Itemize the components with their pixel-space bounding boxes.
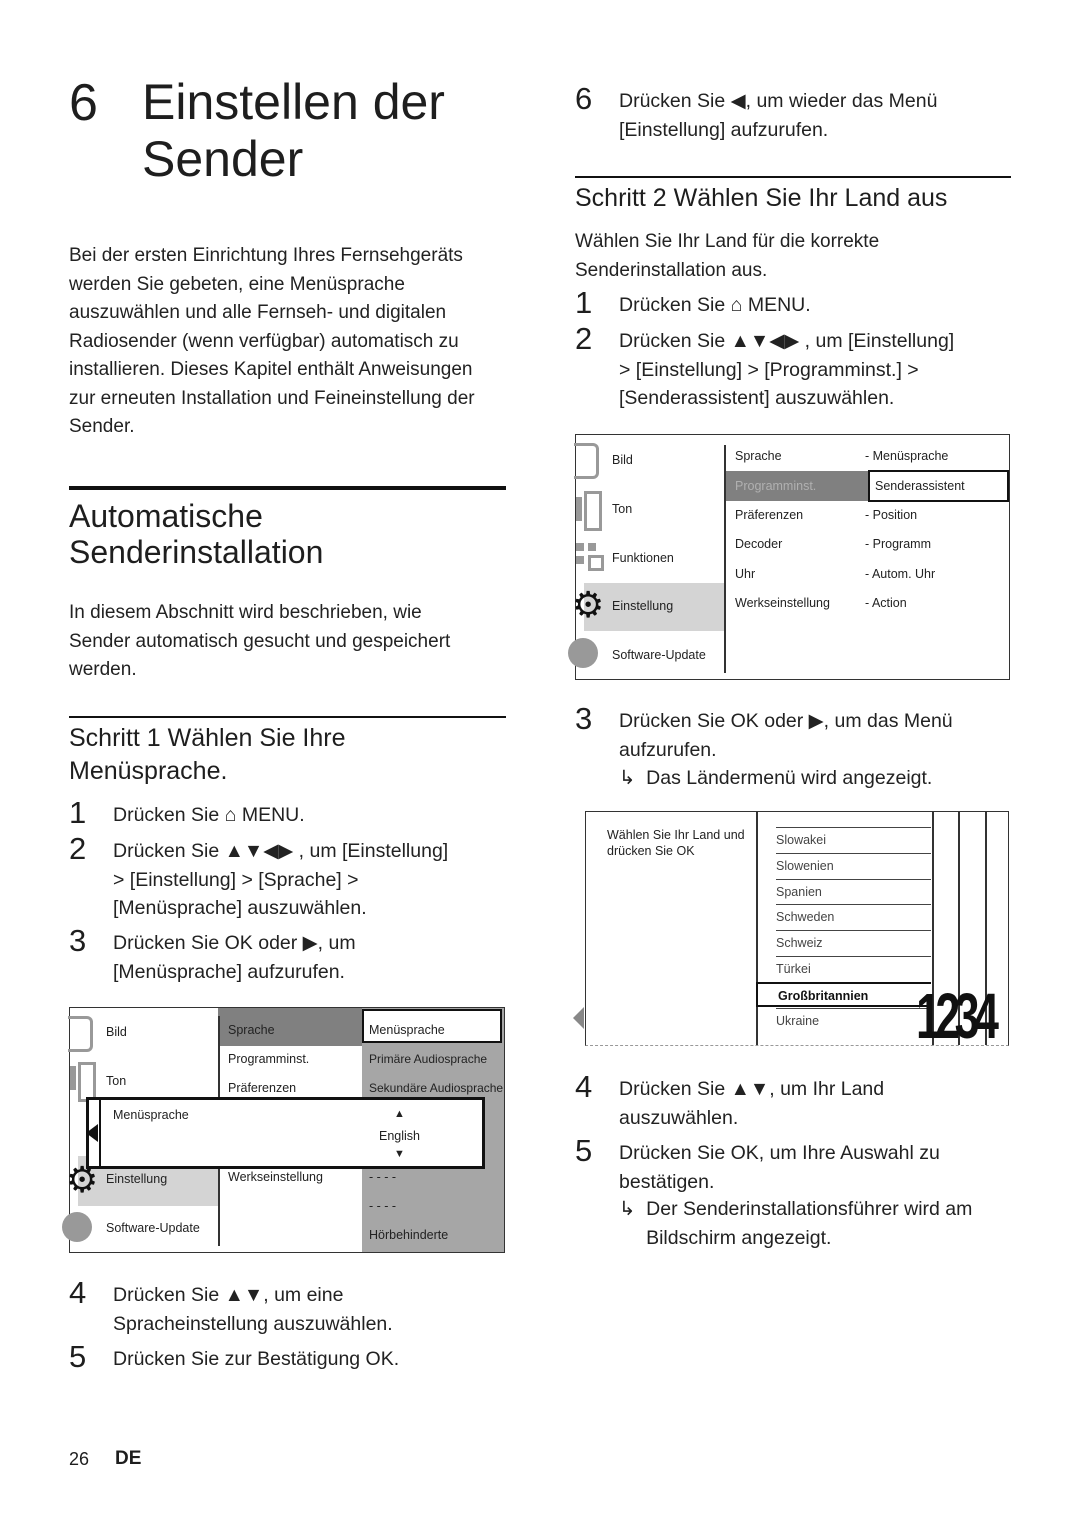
chapter-title: Einstellen der Sender: [142, 74, 445, 187]
country-label: Türkei: [776, 962, 811, 976]
speaker-icon: [70, 1066, 76, 1090]
country-label: Ukraine: [776, 1013, 820, 1028]
left-arrow-icon: [86, 1124, 98, 1142]
menu-item-werkseinstellung[interactable]: Werkseinstellung: [735, 596, 830, 610]
step2-rule: [575, 176, 1011, 178]
popup-inner-border: [99, 1100, 101, 1166]
menu-item-menusprache[interactable]: Menüsprache: [369, 1023, 445, 1037]
steps-graphic: 1234: [916, 980, 999, 1052]
menu-item-praferenzen[interactable]: Präferenzen: [228, 1081, 296, 1095]
popup-up-arrow[interactable]: ▲: [394, 1108, 405, 1120]
menu-item-ton[interactable]: Ton: [612, 502, 632, 516]
menu-item-einstellung[interactable]: Einstellung: [106, 1172, 167, 1186]
result-country-menu: ↳ Das Ländermenü wird angezeigt.: [619, 767, 933, 789]
popup-down-arrow[interactable]: ▼: [394, 1148, 405, 1160]
menu-item-ton[interactable]: Ton: [106, 1074, 126, 1088]
country-label: Spanien: [776, 884, 822, 899]
section-rule: [69, 486, 506, 490]
menu-screenshot-country: Wählen Sie Ihr Land und drücken Sie OK S…: [573, 811, 1009, 1052]
menu-item-programminst[interactable]: Programminst.: [735, 479, 816, 493]
menu-item-senderassistent[interactable]: Senderassistent: [875, 479, 965, 493]
step2-heading: Schritt 2 Wählen Sie Ihr Land aus: [575, 184, 948, 212]
menu-item-software-update[interactable]: Software-Update: [612, 648, 706, 662]
column-divider: [724, 445, 726, 673]
language-popup: Menüsprache ▲ English ▼: [86, 1097, 485, 1169]
country-label: Schweiz: [776, 936, 823, 951]
country-label: Großbritannien: [778, 988, 869, 1003]
functions-icon: [576, 543, 584, 551]
step1-heading: Schritt 1 Wählen Sie Ihre Menüsprache.: [69, 724, 346, 785]
menu-item-hoerbehinderte[interactable]: Hörbehinderte: [369, 1228, 448, 1242]
menu-item-placeholder-1: - - - -: [369, 1170, 397, 1184]
menu-item-autom-uhr[interactable]: - Autom. Uhr: [865, 567, 935, 581]
country-item[interactable]: Türkei: [776, 956, 931, 982]
menu-item-einstellung[interactable]: Einstellung: [612, 599, 673, 613]
page-number: 26: [69, 1449, 90, 1469]
menu-item-sekundaere-audio[interactable]: Sekundäre Audiosprache: [369, 1081, 503, 1095]
column-divider: [756, 812, 758, 1045]
section-text: In diesem Abschnitt wird beschrieben, wi…: [69, 602, 451, 680]
menu-item-uhr[interactable]: Uhr: [735, 567, 755, 581]
gear-icon: ⚙: [572, 584, 605, 625]
menu-item-decoder[interactable]: Decoder: [735, 537, 782, 551]
country-item[interactable]: Ukraine: [776, 1007, 931, 1034]
menu-item-funktionen[interactable]: Funktionen: [612, 551, 674, 565]
country-label: Schweden: [776, 910, 835, 925]
speaker-icon: [576, 497, 582, 521]
step2-text: Wählen Sie Ihr Land für die korrekte Sen…: [575, 231, 880, 281]
country-item[interactable]: Spanien: [776, 878, 931, 905]
menu-item-sprache[interactable]: Sprache: [228, 1023, 275, 1037]
menu-item-position[interactable]: - Position: [865, 508, 917, 522]
home-icon: [62, 1212, 92, 1242]
country-prompt: Wählen Sie Ihr Land und drücken Sie OK: [607, 828, 745, 858]
menu-item-primaere-audio[interactable]: Primäre Audiosprache: [369, 1052, 487, 1066]
language-code: DE: [115, 1448, 142, 1469]
menu-item-placeholder-2: - - - -: [369, 1199, 397, 1213]
popup-value[interactable]: English: [379, 1129, 420, 1143]
left-arrow-icon: [573, 1007, 584, 1029]
popup-label: Menüsprache: [113, 1108, 189, 1122]
country-label: Slowenien: [776, 858, 834, 873]
country-item[interactable]: Schweiz: [776, 930, 931, 956]
country-item[interactable]: Schweden: [776, 904, 931, 930]
menu-item-praferenzen[interactable]: Präferenzen: [735, 508, 803, 522]
section-title: Automatische Senderinstallation: [69, 498, 324, 570]
country-item[interactable]: Slowakei: [776, 827, 931, 853]
speaker-cone-icon: [584, 491, 602, 531]
menu-item-bild[interactable]: Bild: [612, 453, 633, 467]
menu-item-programm[interactable]: - Programm: [865, 537, 931, 551]
menu-item-action[interactable]: - Action: [865, 596, 907, 610]
menu-item-sprache[interactable]: Sprache: [735, 449, 782, 463]
menu-item-bild[interactable]: Bild: [106, 1025, 127, 1039]
chapter-number: 6: [69, 74, 98, 132]
result-installation-guide: ↳ Der Senderinstallationsführer wird am …: [619, 1198, 973, 1249]
home-icon: [568, 638, 598, 668]
menu-screenshot-language: ⚙ Bild Ton Einstellung Software-Update S…: [62, 1007, 505, 1253]
menu-item-software-update[interactable]: Software-Update: [106, 1221, 200, 1235]
menu-screenshot-installation: ⚙ Bild Ton Funktionen Einstellung Softwa…: [568, 434, 1010, 680]
country-item[interactable]: Slowenien: [776, 852, 931, 879]
picture-icon: [574, 443, 599, 479]
country-label: Slowakei: [776, 833, 827, 847]
step1-rule: [69, 716, 506, 718]
intro-paragraph: Bei der ersten Einrichtung Ihres Fernseh…: [69, 245, 475, 437]
menu-item-programminst[interactable]: Programminst.: [228, 1052, 309, 1066]
functions-square-icon: [588, 555, 604, 571]
speaker-cone-icon: [78, 1062, 96, 1102]
picture-icon: [68, 1016, 93, 1052]
country-item[interactable]: Großbritannien: [756, 981, 931, 1007]
menu-item-menusprache[interactable]: - Menüsprache: [865, 449, 948, 463]
menu-item-werkseinstellung[interactable]: Werkseinstellung: [228, 1170, 323, 1184]
